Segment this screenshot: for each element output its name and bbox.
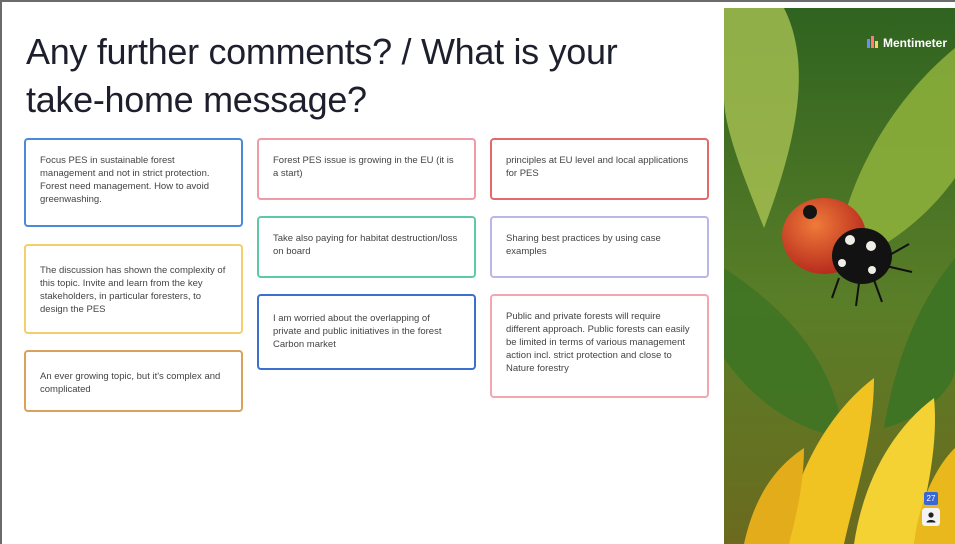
mentimeter-icon	[866, 36, 879, 49]
response-card: principles at EU level and local applica…	[490, 138, 709, 200]
response-card: Public and private forests will require …	[490, 294, 709, 398]
response-text: The discussion has shown the complexity …	[40, 265, 226, 315]
participant-icon[interactable]	[922, 508, 940, 526]
response-text: Forest PES issue is growing in the EU (i…	[273, 155, 454, 179]
response-card: Sharing best practices by using case exa…	[490, 216, 709, 278]
response-text: Sharing best practices by using case exa…	[506, 233, 661, 257]
response-text: Public and private forests will require …	[506, 311, 690, 374]
response-card: An ever growing topic, but it's complex …	[24, 350, 243, 412]
ladybug-photo: Mentimeter 27	[724, 8, 955, 544]
response-text: principles at EU level and local applica…	[506, 155, 689, 179]
response-card: I am worried about the overlapping of pr…	[257, 294, 476, 370]
slide-title: Any further comments? / What is your tak…	[26, 31, 618, 120]
participant-count-badge: 27	[924, 492, 938, 505]
response-card: Take also paying for habitat destruction…	[257, 216, 476, 278]
response-card: The discussion has shown the complexity …	[24, 244, 243, 334]
slide: Any further comments? / What is your tak…	[2, 8, 724, 544]
response-card: Focus PES in sustainable forest manageme…	[24, 138, 243, 227]
response-card: Forest PES issue is growing in the EU (i…	[257, 138, 476, 200]
response-text: Focus PES in sustainable forest manageme…	[40, 155, 210, 205]
response-text: I am worried about the overlapping of pr…	[273, 313, 442, 350]
response-text: An ever growing topic, but it's complex …	[40, 371, 221, 395]
brand-name: Mentimeter	[882, 36, 947, 50]
ladybug-illustration	[724, 8, 955, 544]
response-text: Take also paying for habitat destruction…	[273, 233, 458, 257]
mentimeter-logo: Mentimeter	[866, 36, 947, 50]
